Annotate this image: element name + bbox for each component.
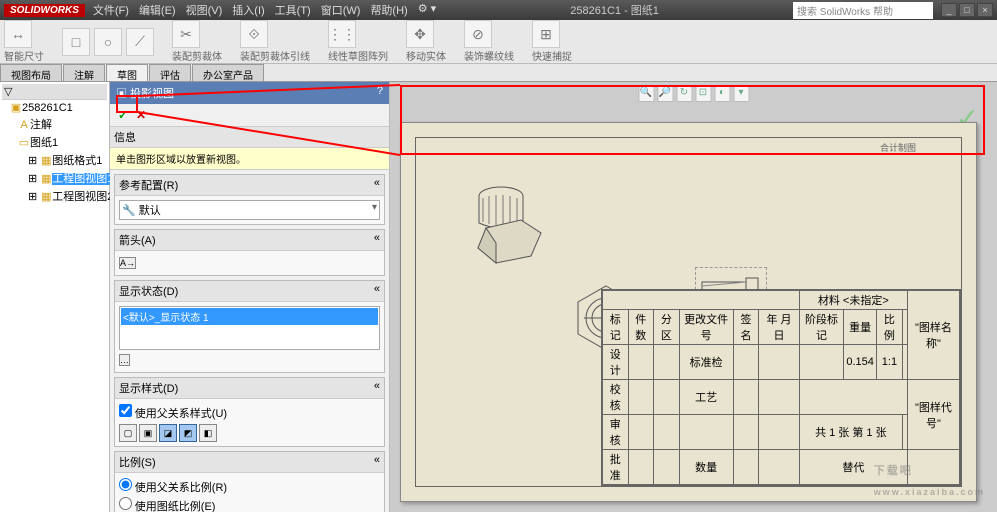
sketch-btn-3[interactable]: ⟋ xyxy=(126,28,154,56)
cancel-button[interactable]: ✕ xyxy=(134,108,148,122)
collapse-icon[interactable]: « xyxy=(374,232,380,248)
tree-annotations[interactable]: A注解 xyxy=(10,115,107,133)
dispstate-list[interactable]: <默认>_显示状态 1 xyxy=(119,306,380,350)
search-input[interactable]: 搜索 SolidWorks 帮助 xyxy=(793,2,933,19)
zoom-fit-icon[interactable]: 🔍 xyxy=(638,86,654,102)
tree-view1[interactable]: ⊞ ▦工程图视图1 xyxy=(10,169,107,187)
scale-parent-radio[interactable]: 使用父关系比例(R) xyxy=(119,477,380,496)
pm-message: 单击图形区域以放置新视图。 xyxy=(110,148,389,170)
menu-extra-icon[interactable]: ⚙ ▾ xyxy=(418,2,436,18)
dispstate-btn[interactable]: … xyxy=(119,354,130,366)
pm-msg-header: 信息 xyxy=(110,127,389,148)
view-dd-icon[interactable]: ▾ xyxy=(733,86,749,102)
move-button[interactable]: ✥ xyxy=(406,20,434,48)
pm-title: ▣ 投影视图? xyxy=(110,82,389,104)
menu-help[interactable]: 帮助(H) xyxy=(370,2,407,18)
thread-button[interactable]: ⊘ xyxy=(464,20,492,48)
title-block: 材料 <未指定>"图样名称" 标记件数分区 更改文件号签名年 月 日 阶段标记重… xyxy=(601,289,961,486)
pm-icon: ▣ xyxy=(116,88,130,100)
sec-dispstyle-title: 显示样式(D) xyxy=(119,380,178,396)
collapse-icon[interactable]: « xyxy=(374,177,380,193)
smart-dim-label: 智能尺寸 xyxy=(4,48,44,63)
close-icon[interactable]: × xyxy=(977,3,993,17)
part-iso-view xyxy=(466,178,556,278)
tab-sketch[interactable]: 草图 xyxy=(106,64,148,81)
trim-button[interactable]: ✂ xyxy=(172,20,200,48)
pattern-label: 线性草图阵列 xyxy=(328,48,388,63)
collapse-icon[interactable]: « xyxy=(374,380,380,396)
drawing-sheet[interactable]: 合计制图 xyxy=(400,122,977,502)
style-btn-1[interactable]: ▢ xyxy=(119,424,137,442)
move-label: 移动实体 xyxy=(406,48,446,63)
style-btn-4[interactable]: ◩ xyxy=(179,424,197,442)
snap-label: 快速捕捉 xyxy=(532,48,572,63)
arrow-opt[interactable]: A→ xyxy=(119,257,136,269)
sheet-border: 材料 <未指定>"图样名称" 标记件数分区 更改文件号签名年 月 日 阶段标记重… xyxy=(415,137,962,487)
sec-dispstate: 显示状态(D) « <默认>_显示状态 1 … xyxy=(114,280,385,373)
sec-arrow: 箭头(A) « A→ xyxy=(114,229,385,276)
menu-file[interactable]: 文件(F) xyxy=(93,2,129,18)
menu-edit[interactable]: 编辑(E) xyxy=(139,2,176,18)
sec-arrow-title: 箭头(A) xyxy=(119,232,156,248)
style-btn-2[interactable]: ▣ xyxy=(139,424,157,442)
trim-leader-label: 装配剪裁体引线 xyxy=(240,48,310,63)
zoom-area-icon[interactable]: 🔎 xyxy=(657,86,673,102)
style-btn-5[interactable]: ◧ xyxy=(199,424,217,442)
ribbon: ↔智能尺寸 □ ○ ⟋ ✂装配剪裁体 ⟐装配剪裁体引线 ⋮⋮线性草图阵列 ✥移动… xyxy=(0,20,997,64)
maximize-icon[interactable]: □ xyxy=(959,3,975,17)
sec-refcfg: 参考配置(R) « 🔧 默认 xyxy=(114,174,385,225)
command-tabs: 视图布局 注解 草图 评估 办公室产品 xyxy=(0,64,997,82)
tree-filter-bar[interactable]: ▽ xyxy=(2,84,107,100)
tree-sheetformat[interactable]: ⊞ ▦图纸格式1 xyxy=(10,151,107,169)
tab-office[interactable]: 办公室产品 xyxy=(192,64,264,81)
tab-annotation[interactable]: 注解 xyxy=(63,64,105,81)
window-controls: _ □ × xyxy=(941,3,993,17)
tab-layout[interactable]: 视图布局 xyxy=(0,64,62,81)
pm-help-icon[interactable]: ? xyxy=(377,85,383,101)
tab-evaluate[interactable]: 评估 xyxy=(149,64,191,81)
sec-refcfg-title: 参考配置(R) xyxy=(119,177,178,193)
minimize-icon[interactable]: _ xyxy=(941,3,957,17)
collapse-icon[interactable]: « xyxy=(374,454,380,470)
titlebar: SOLIDWORKS 文件(F) 编辑(E) 视图(V) 插入(I) 工具(T)… xyxy=(0,0,997,20)
sec-dispstate-title: 显示状态(D) xyxy=(119,283,178,299)
smart-dim-button[interactable]: ↔ xyxy=(4,20,32,48)
display-icon[interactable]: ◐ xyxy=(714,86,730,102)
property-manager: ▣ 投影视图? ✓ ✕ 信息 单击图形区域以放置新视图。 参考配置(R) « 🔧 … xyxy=(110,82,390,512)
feature-tree: ▽ ▣258261C1 A注解 ▭图纸1 ⊞ ▦图纸格式1 ⊞ ▦工程图视图1 … xyxy=(0,82,110,512)
refcfg-combo[interactable]: 🔧 默认 xyxy=(119,200,380,220)
useparent-check[interactable]: 使用父关系样式(U) xyxy=(119,403,380,422)
ok-button[interactable]: ✓ xyxy=(116,108,130,122)
menu-tools[interactable]: 工具(T) xyxy=(275,2,311,18)
tree-root[interactable]: ▣258261C1 xyxy=(10,100,107,115)
main-menu: 文件(F) 编辑(E) 视图(V) 插入(I) 工具(T) 窗口(W) 帮助(H… xyxy=(93,2,436,18)
sketch-btn-1[interactable]: □ xyxy=(62,28,90,56)
menu-view[interactable]: 视图(V) xyxy=(186,2,223,18)
section-icon[interactable]: ⊡ xyxy=(695,86,711,102)
graphics-area[interactable]: 🔍 🔎 ↻ ⊡ ◐ ▾ ✓ 合计制图 xyxy=(390,82,997,512)
tree-sheet[interactable]: ▭图纸1 xyxy=(10,133,107,151)
sec-dispstyle: 显示样式(D) « 使用父关系样式(U) ▢ ▣ ◪ ◩ ◧ xyxy=(114,377,385,447)
tree-view2[interactable]: ⊞ ▦工程图视图2 xyxy=(10,187,107,205)
sec-scale: 比例(S)« 使用父关系比例(R) 使用图纸比例(E) 使用自定义比例(C) 1… xyxy=(114,451,385,512)
filter-icon[interactable]: ▽ xyxy=(4,85,12,98)
app-logo: SOLIDWORKS xyxy=(4,4,85,17)
watermark: 下载吧www.xiazaiba.com xyxy=(874,458,985,500)
trim-leader-button[interactable]: ⟐ xyxy=(240,20,268,48)
pattern-button[interactable]: ⋮⋮ xyxy=(328,20,356,48)
pm-confirm-row: ✓ ✕ xyxy=(110,104,389,127)
trim-label: 装配剪裁体 xyxy=(172,48,222,63)
sec-scale-title: 比例(S) xyxy=(119,454,156,470)
menu-insert[interactable]: 插入(I) xyxy=(232,2,264,18)
view-toolbar: 🔍 🔎 ↻ ⊡ ◐ ▾ xyxy=(638,86,749,102)
sketch-btn-2[interactable]: ○ xyxy=(94,28,122,56)
snap-button[interactable]: ⊞ xyxy=(532,20,560,48)
thread-label: 装饰螺纹线 xyxy=(464,48,514,63)
menu-window[interactable]: 窗口(W) xyxy=(321,2,361,18)
scale-sheet-radio[interactable]: 使用图纸比例(E) xyxy=(119,496,380,512)
style-btn-3[interactable]: ◪ xyxy=(159,424,177,442)
document-name: 258261C1 - 图纸1 xyxy=(570,2,659,18)
collapse-icon[interactable]: « xyxy=(374,283,380,299)
rotate-icon[interactable]: ↻ xyxy=(676,86,692,102)
